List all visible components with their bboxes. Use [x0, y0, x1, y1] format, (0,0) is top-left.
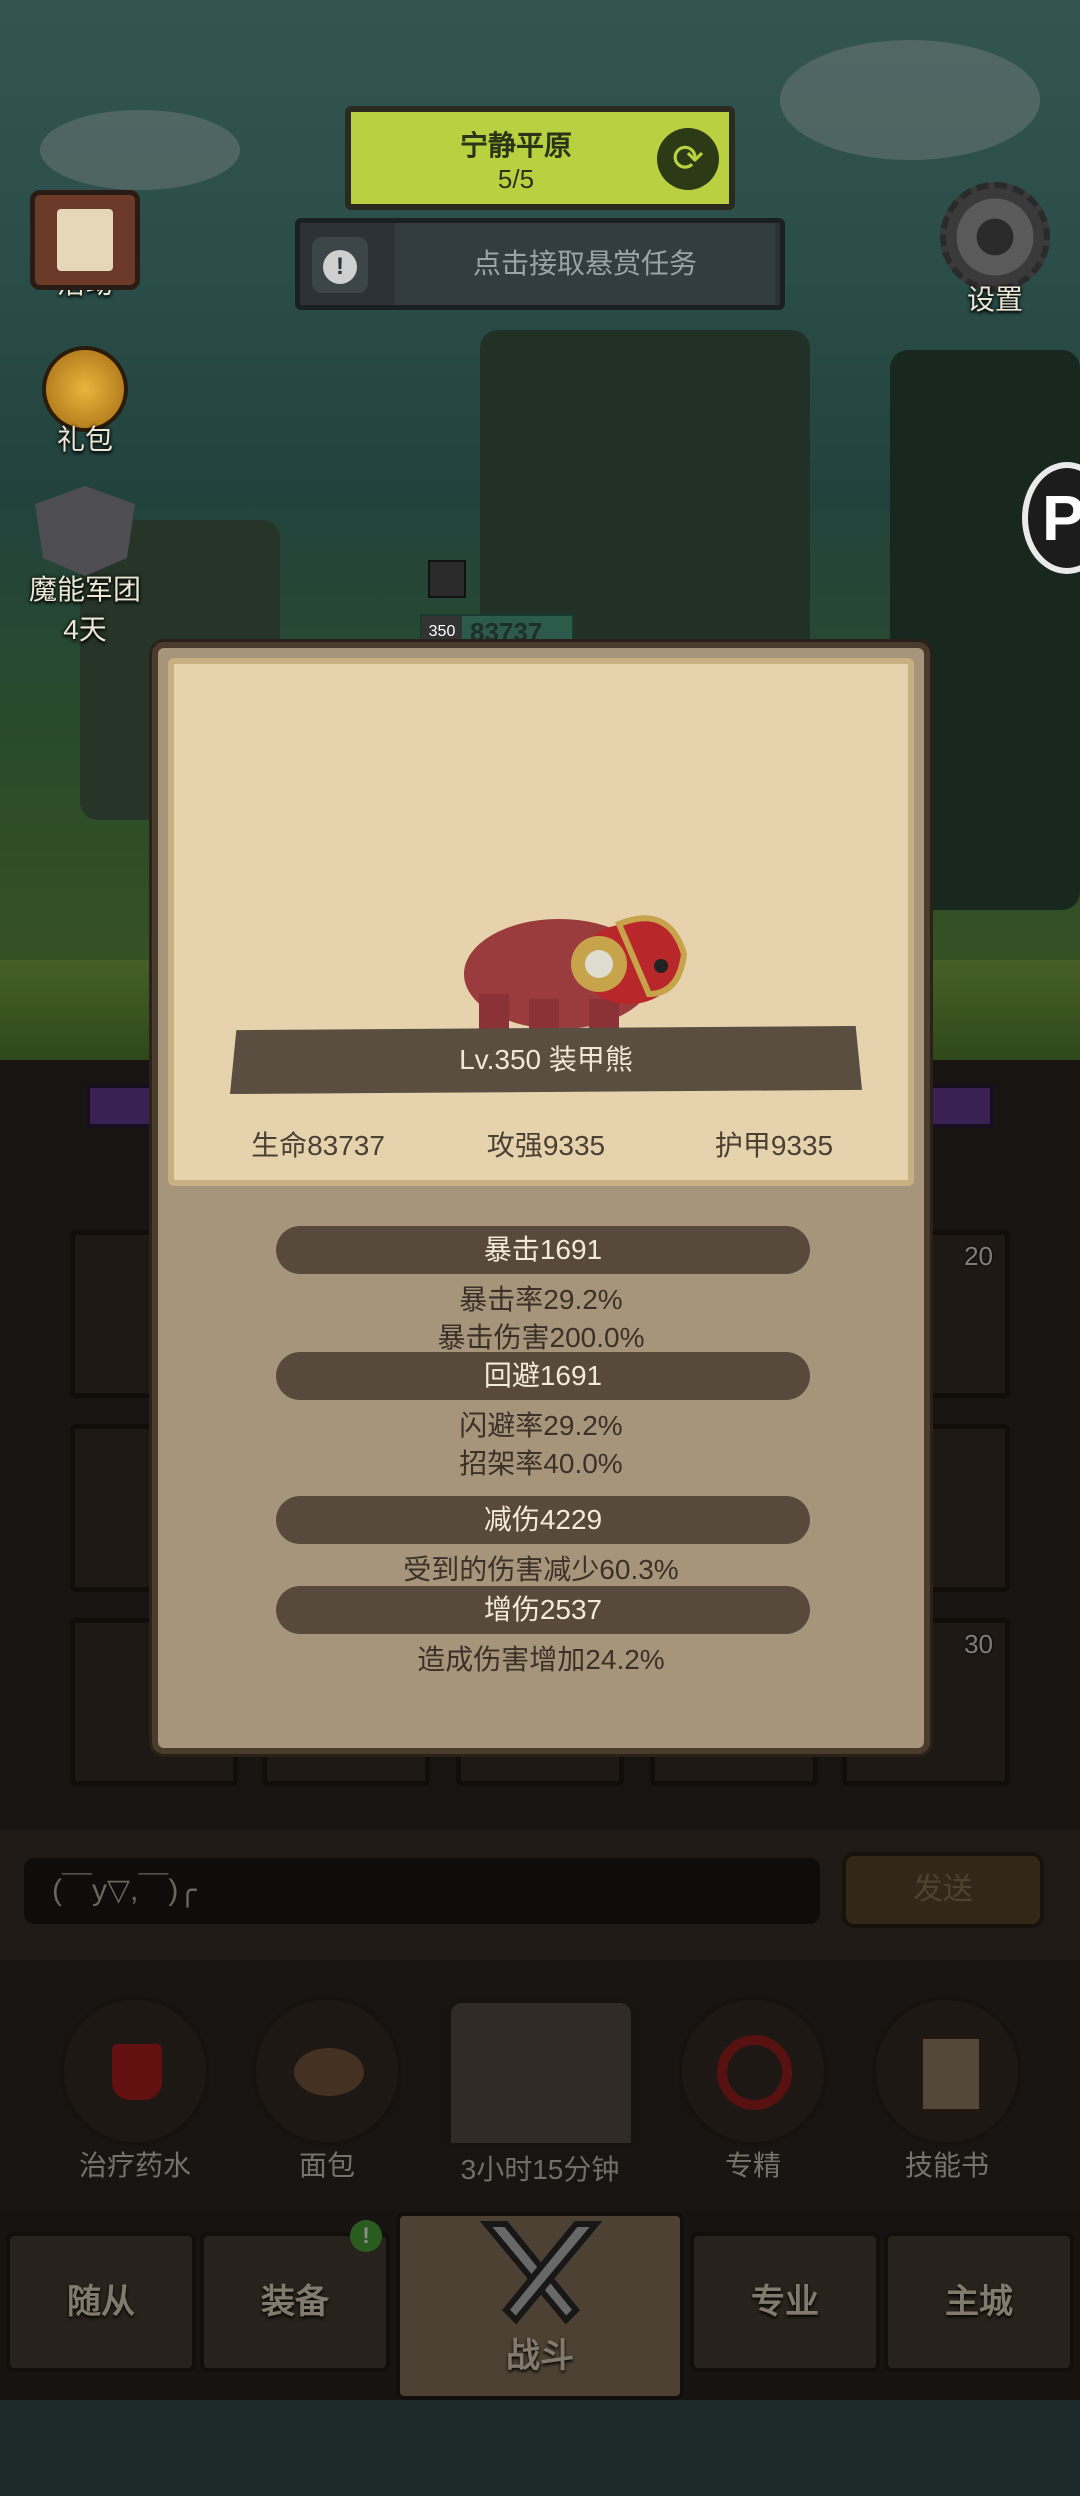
crit-damage: 暴击伤害200.0% — [437, 1322, 645, 1353]
monster-info-modal: Lv.350 装甲熊 生命83737 攻强9335 护甲9335 暴击1691 … — [152, 642, 930, 1754]
map-name: 宁静平原 — [459, 130, 572, 161]
gift-label: 礼包 — [56, 424, 113, 455]
dodge-rate: 闪避率29.2% — [459, 1410, 623, 1441]
enemy-marker-icon — [428, 560, 466, 598]
gear-icon — [940, 182, 1050, 292]
legion-helmet-icon — [35, 486, 135, 576]
switch-map-icon[interactable]: ⟳ — [657, 128, 719, 190]
damage-increase-header: 增伤2537 — [276, 1586, 810, 1634]
evasion-header: 回避1691 — [276, 1352, 810, 1400]
crit-rate: 暴击率29.2% — [459, 1284, 623, 1315]
gift-button[interactable]: 礼包 — [20, 346, 150, 458]
stat-attack: 攻强9335 — [486, 1130, 606, 1161]
settings-button[interactable]: 设置 — [930, 182, 1060, 318]
crit-header: 暴击1691 — [276, 1226, 810, 1274]
map-selector[interactable]: 宁静平原 5/5 ⟳ — [345, 106, 735, 210]
damage-dealt-increase: 造成伤害增加24.2% — [417, 1644, 665, 1675]
bounty-task-bar[interactable]: ! 点击接取悬赏任务 — [295, 218, 785, 310]
monster-portrait-panel: Lv.350 装甲熊 生命83737 攻强9335 护甲9335 — [168, 658, 914, 1186]
legion-button[interactable]: 魔能军团 4天 — [10, 486, 160, 648]
damage-taken-reduction: 受到的伤害减少60.3% — [403, 1554, 679, 1585]
legion-days: 4天 — [63, 614, 107, 645]
armored-bear-portrait — [464, 915, 688, 1034]
damage-reduction-header: 减伤4229 — [276, 1496, 810, 1544]
map-progress: 5/5 — [497, 164, 535, 194]
activity-button[interactable]: 活动 — [20, 190, 150, 302]
monster-name: Lv.350 装甲熊 — [230, 1026, 862, 1094]
monster-base-stats: 生命83737 攻强9335 护甲9335 — [204, 1124, 890, 1164]
alert-icon: ! — [312, 237, 368, 293]
stat-armor: 护甲9335 — [714, 1130, 834, 1161]
bounty-task-text: 点击接取悬赏任务 — [395, 223, 775, 305]
parry-rate: 招架率40.0% — [459, 1448, 623, 1479]
scroll-board-icon — [30, 190, 140, 290]
settings-label: 设置 — [966, 284, 1023, 315]
stat-hp: 生命83737 — [251, 1130, 385, 1161]
